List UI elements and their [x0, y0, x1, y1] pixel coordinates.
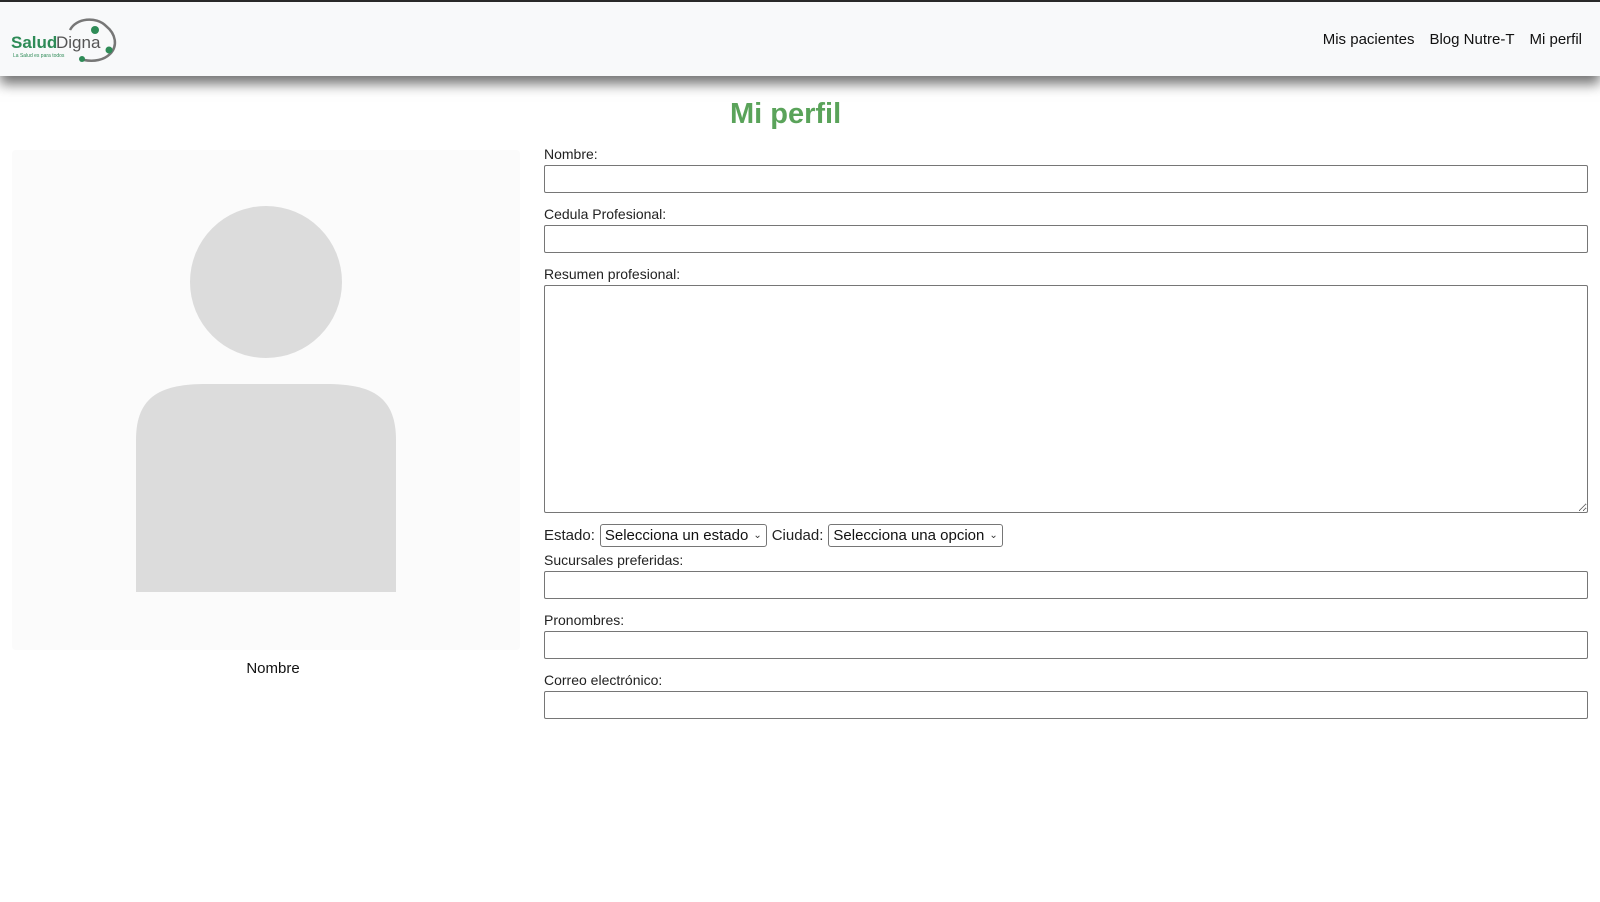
nav-link-blog-nutre-t[interactable]: Blog Nutre-T	[1429, 31, 1514, 48]
estado-select[interactable]: Selecciona un estado ⌄	[599, 523, 767, 547]
estado-label: Estado:	[544, 526, 595, 544]
pronombres-label: Pronombres:	[544, 612, 625, 628]
nav-links: Mis pacientes Blog Nutre-T Mi perfil	[1308, 2, 1582, 76]
user-silhouette-icon	[136, 206, 396, 592]
profile-photo-card[interactable]	[12, 150, 520, 650]
nombre-label: Nombre:	[544, 146, 598, 162]
brand-tagline: La Salud es para todos	[13, 53, 65, 59]
resumen-label: Resumen profesional:	[544, 266, 681, 282]
profile-name: Nombre	[246, 660, 300, 677]
brand-name-part1: Salud	[11, 33, 57, 52]
logo-arc-icon: Salud Digna La Salud es para todos	[11, 18, 117, 62]
correo-label: Correo electrónico:	[544, 672, 663, 688]
ciudad-label: Ciudad:	[771, 526, 824, 544]
sucursales-label: Sucursales preferidas:	[544, 552, 684, 568]
location-row: Estado: Selecciona un estado ⌄ Ciudad: S…	[544, 523, 1588, 547]
cedula-label: Cedula Profesional:	[544, 206, 667, 222]
nav-link-mis-pacientes[interactable]: Mis pacientes	[1323, 31, 1415, 48]
correo-input[interactable]	[544, 691, 1588, 719]
estado-select-value: Selecciona un estado	[604, 526, 749, 544]
profile-form: Nombre: Cedula Profesional: Resumen prof…	[544, 145, 1588, 731]
resumen-textarea[interactable]	[544, 285, 1588, 513]
nombre-input[interactable]	[544, 165, 1588, 193]
nav-link-mi-perfil[interactable]: Mi perfil	[1529, 31, 1582, 48]
chevron-down-icon: ⌄	[753, 529, 762, 541]
top-navbar: Salud Digna La Salud es para todos Mis p…	[0, 2, 1600, 76]
brand-logo[interactable]: Salud Digna La Salud es para todos	[10, 14, 125, 64]
ciudad-select[interactable]: Selecciona una opcion ⌄	[828, 523, 1003, 547]
page-title: Mi perfil	[730, 98, 842, 130]
pronombres-input[interactable]	[544, 631, 1588, 659]
cedula-input[interactable]	[544, 225, 1588, 253]
chevron-down-icon: ⌄	[989, 529, 998, 541]
ciudad-select-value: Selecciona una opcion	[833, 526, 985, 544]
sucursales-input[interactable]	[544, 571, 1588, 599]
brand-name-part2: Digna	[56, 33, 101, 52]
